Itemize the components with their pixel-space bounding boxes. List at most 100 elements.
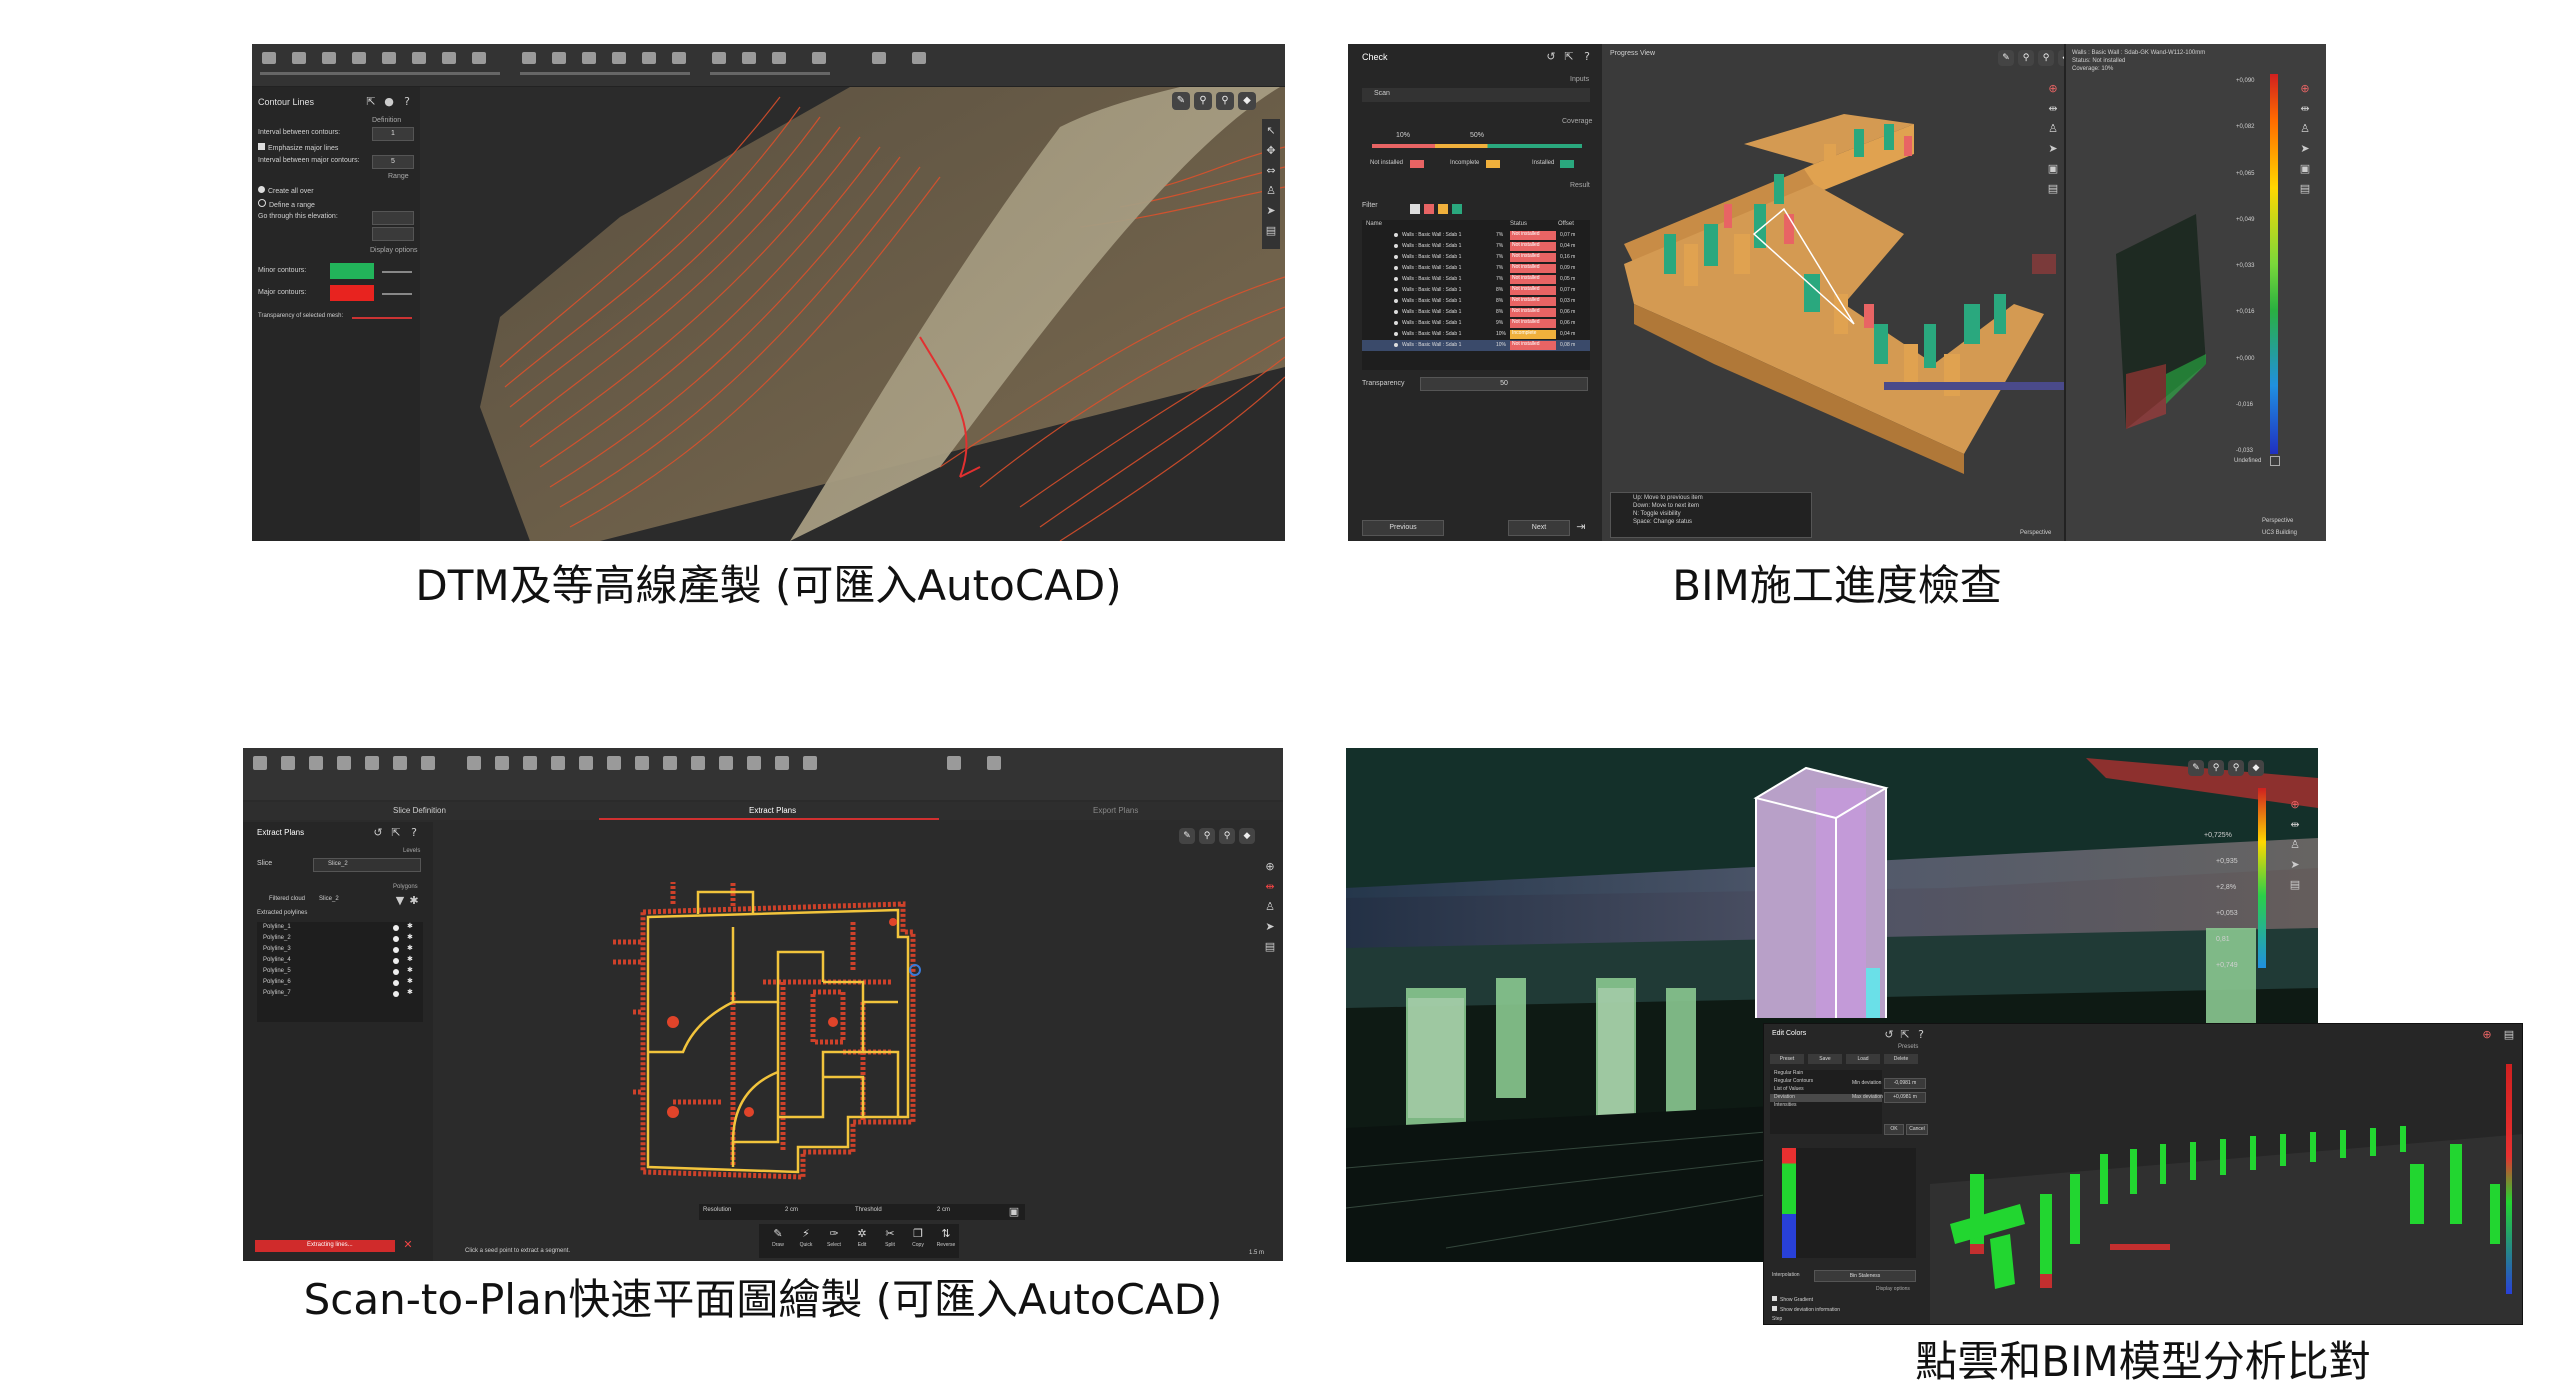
list-item[interactable]: Polyline_7 ✱ bbox=[257, 988, 423, 999]
layers-icon[interactable]: ▤ bbox=[2046, 182, 2060, 196]
visibility-icon[interactable] bbox=[393, 958, 399, 964]
layers-icon[interactable]: ▤ bbox=[2502, 1028, 2516, 1042]
filter-installed[interactable] bbox=[1452, 204, 1462, 214]
layers-icon[interactable]: ▤ bbox=[1264, 224, 1278, 238]
target-icon[interactable]: ⊕ bbox=[2288, 798, 2302, 812]
list-item[interactable]: Polyline_5 ✱ bbox=[257, 966, 423, 977]
filter-buttons[interactable] bbox=[1410, 199, 1490, 214]
major-color-swatch[interactable] bbox=[330, 285, 374, 301]
interpolation-select[interactable]: Bin Staleness bbox=[1814, 1270, 1916, 1282]
list-item[interactable]: Polyline_1 ✱ bbox=[257, 922, 423, 933]
previous-button[interactable]: Previous bbox=[1362, 520, 1444, 536]
table-row[interactable]: Walls : Basic Wall : Sdab 1 8% Not install… bbox=[1362, 296, 1590, 307]
color-ramp[interactable] bbox=[1782, 1148, 1796, 1258]
table-row[interactable]: Walls : Basic Wall : Sdab 1 7% Not install… bbox=[1362, 274, 1590, 285]
visibility-icon[interactable] bbox=[393, 947, 399, 953]
zoom-extents-icon[interactable]: ⇹ bbox=[2298, 102, 2312, 116]
visibility-icon[interactable] bbox=[393, 991, 399, 997]
filter-icon[interactable]: ▼ bbox=[393, 894, 407, 908]
elevation-input[interactable] bbox=[372, 227, 414, 241]
slice-select[interactable]: Slice_2 bbox=[313, 858, 421, 872]
major-width-slider[interactable] bbox=[382, 293, 412, 295]
visibility-icon[interactable] bbox=[1394, 299, 1398, 303]
zoom-extents-icon[interactable]: ⇹ bbox=[2288, 818, 2302, 832]
tab-extract-plans[interactable]: Extract Plans bbox=[749, 806, 796, 815]
cancel-icon[interactable]: ✕ bbox=[401, 1238, 415, 1252]
eraser-icon[interactable]: ◆ bbox=[1239, 828, 1255, 844]
fly-icon[interactable]: ➤ bbox=[2298, 142, 2312, 156]
list-item[interactable]: Polyline_3 ✱ bbox=[257, 944, 423, 955]
target-icon[interactable]: ⊕ bbox=[1263, 860, 1277, 874]
visibility-icon[interactable] bbox=[1394, 288, 1398, 292]
preset-tab-save[interactable]: Save bbox=[1808, 1054, 1842, 1064]
go-through-input[interactable] bbox=[372, 211, 414, 225]
settings-icon[interactable]: ✱ bbox=[407, 933, 413, 941]
tool-select-button[interactable]: ✑ Select bbox=[821, 1226, 847, 1256]
help-icon[interactable]: ? bbox=[407, 826, 421, 840]
pick-plus-icon[interactable]: ⚲ bbox=[2038, 50, 2054, 66]
visibility-icon[interactable] bbox=[393, 936, 399, 942]
settings-icon[interactable]: ✱ bbox=[407, 944, 413, 952]
ok-button[interactable]: OK bbox=[1884, 1124, 1904, 1135]
visibility-icon[interactable] bbox=[1394, 332, 1398, 336]
list-item[interactable]: List of Values bbox=[1770, 1086, 1882, 1094]
cancel-button[interactable]: Cancel bbox=[1906, 1124, 1928, 1135]
cursor-icon[interactable]: ↖ bbox=[1264, 124, 1278, 138]
target-icon[interactable]: ⊕ bbox=[2046, 82, 2060, 96]
pick-icon[interactable]: ⚲ bbox=[1199, 828, 1215, 844]
layers-icon[interactable]: ▤ bbox=[2288, 878, 2302, 892]
pick-icon[interactable]: ⚲ bbox=[2018, 50, 2034, 66]
table-row[interactable]: Walls : Basic Wall : Sdab 1 7% Not install… bbox=[1362, 230, 1590, 241]
help-icon[interactable]: ? bbox=[1580, 50, 1594, 64]
list-item[interactable]: Regular Rain bbox=[1770, 1070, 1882, 1078]
visibility-icon[interactable] bbox=[1394, 255, 1398, 259]
preset-tab-preset[interactable]: Preset bbox=[1770, 1054, 1804, 1064]
target-icon[interactable]: ⊕ bbox=[2298, 82, 2312, 96]
pick-icon[interactable]: ⚲ bbox=[2208, 760, 2224, 776]
list-item[interactable]: Polyline_6 ✱ bbox=[257, 977, 423, 988]
visibility-icon[interactable] bbox=[1394, 343, 1398, 347]
orbit-icon[interactable]: ✥ bbox=[1264, 144, 1278, 158]
visibility-icon[interactable] bbox=[1394, 233, 1398, 237]
settings-icon[interactable]: ✱ bbox=[407, 894, 421, 908]
col-offset[interactable]: Offset bbox=[1558, 221, 1574, 227]
export-icon[interactable]: ⇱ bbox=[389, 826, 403, 840]
max-deviation-input[interactable]: +0,0981 m bbox=[1884, 1092, 1926, 1103]
eraser-icon[interactable]: ◆ bbox=[2248, 760, 2264, 776]
threshold-value[interactable]: 2 cm bbox=[937, 1207, 950, 1213]
bim-detail-view[interactable]: Walls : Basic Wall : Sdab-GK Wand-W112-1… bbox=[2064, 44, 2326, 541]
interval-contours-input[interactable]: 1 bbox=[372, 127, 414, 141]
layers-icon[interactable]: ▤ bbox=[1263, 940, 1277, 954]
walk-icon[interactable]: ♙ bbox=[1264, 184, 1278, 198]
show-gradient-checkbox[interactable]: Show Gradient bbox=[1772, 1296, 1813, 1303]
tool-split-button[interactable]: ✂ Split bbox=[877, 1226, 903, 1256]
history-icon[interactable]: ↺ bbox=[1882, 1028, 1896, 1042]
visibility-icon[interactable] bbox=[1394, 321, 1398, 325]
visibility-icon[interactable] bbox=[1394, 310, 1398, 314]
visibility-icon[interactable] bbox=[393, 925, 399, 931]
settings-icon[interactable]: ✱ bbox=[407, 922, 413, 930]
history-icon[interactable]: ↺ bbox=[1544, 50, 1558, 64]
tool-quick-button[interactable]: ⚡ Quick bbox=[793, 1226, 819, 1256]
help-icon[interactable]: ? bbox=[400, 95, 414, 109]
help-icon[interactable]: ? bbox=[1914, 1028, 1928, 1042]
visibility-icon[interactable] bbox=[1394, 244, 1398, 248]
pick-plus-icon[interactable]: ⚲ bbox=[1219, 828, 1235, 844]
tab-slice-definition[interactable]: Slice Definition bbox=[393, 806, 446, 815]
list-item[interactable]: Intensities bbox=[1770, 1102, 1882, 1110]
target-icon[interactable]: ⊕ bbox=[2480, 1028, 2494, 1042]
history-icon[interactable]: ↺ bbox=[371, 826, 385, 840]
layers-icon[interactable]: ▤ bbox=[2298, 182, 2312, 196]
tab-export-plans[interactable]: Export Plans bbox=[1093, 806, 1138, 815]
interval-major-input[interactable]: 5 bbox=[372, 155, 414, 169]
scan-select[interactable] bbox=[1362, 88, 1590, 102]
visibility-icon[interactable] bbox=[1394, 266, 1398, 270]
table-row[interactable]: Walls : Basic Wall : Sdab 1 10% Not instal… bbox=[1362, 340, 1590, 351]
settings-icon[interactable]: ✱ bbox=[407, 966, 413, 974]
eraser-icon[interactable]: ◆ bbox=[1238, 92, 1256, 110]
filter-all[interactable] bbox=[1410, 204, 1420, 214]
coverage-slider[interactable] bbox=[1372, 144, 1582, 148]
column-deviation-view[interactable] bbox=[1930, 1024, 2523, 1325]
resolution-value[interactable]: 2 cm bbox=[785, 1207, 798, 1213]
preset-tab-delete[interactable]: Delete bbox=[1884, 1054, 1918, 1064]
